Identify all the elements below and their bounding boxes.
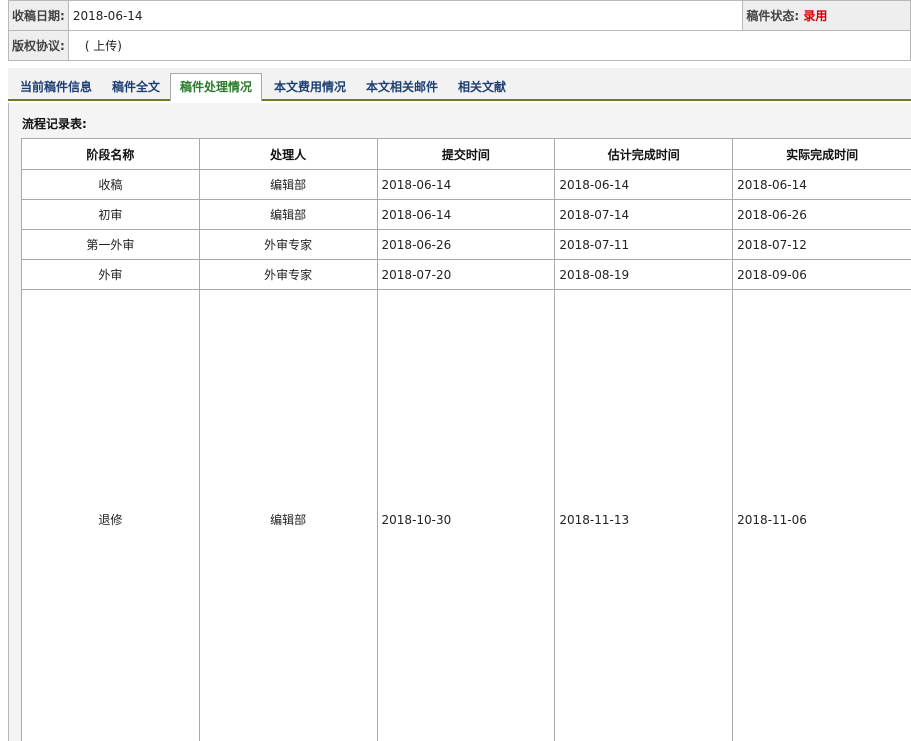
tab-processing-status[interactable]: 稿件处理情况 (170, 73, 263, 102)
tab-full-text[interactable]: 稿件全文 (112, 74, 160, 101)
handler-cell: 外审专家 (198, 229, 378, 260)
column-header-estimated: 估计完成时间 (554, 138, 734, 170)
tab-related-emails[interactable]: 本文相关邮件 (366, 74, 438, 101)
status-label: 稿件状态: (746, 9, 800, 23)
estimated-cell: 2018-08-19 (554, 259, 734, 290)
stage-cell: 外审 (21, 259, 200, 290)
table-row: 收稿 编辑部 2018-06-14 2018-06-14 2018-06-14 (21, 169, 911, 200)
submitted-cell: 2018-06-14 (376, 169, 556, 200)
actual-cell: 2018-06-26 (732, 199, 911, 230)
tab-fees[interactable]: 本文费用情况 (274, 74, 346, 101)
handler-cell: 编辑部 (198, 169, 378, 200)
table-row: 退修 编辑部 2018-10-30 2018-11-13 2018-11-06 (21, 289, 911, 741)
tab-bar: 当前稿件信息 稿件全文 稿件处理情况 本文费用情况 本文相关邮件 相关文献 (8, 68, 911, 102)
status-cell: 稿件状态: 录用 (742, 0, 911, 31)
stage-cell: 收稿 (21, 169, 200, 200)
copyright-upload-link[interactable]: ( 上传) (67, 30, 911, 61)
actual-cell: 2018-11-06 (732, 289, 911, 741)
received-date-value: 2018-06-14 (67, 0, 744, 31)
stage-cell: 退修 (21, 289, 200, 741)
column-header-actual: 实际完成时间 (732, 138, 911, 170)
table-row: 外审 外审专家 2018-07-20 2018-08-19 2018-09-06 (21, 259, 911, 290)
submitted-cell: 2018-10-30 (376, 289, 556, 741)
received-date-row: 收稿日期: 2018-06-14 稿件状态: 录用 (8, 0, 911, 31)
table-row: 第一外审 外审专家 2018-06-26 2018-07-11 2018-07-… (21, 229, 911, 260)
process-header-row: 阶段名称 处理人 提交时间 估计完成时间 实际完成时间 (21, 138, 911, 170)
actual-cell: 2018-06-14 (732, 169, 911, 200)
handler-cell: 编辑部 (198, 199, 378, 230)
process-record-table: 阶段名称 处理人 提交时间 估计完成时间 实际完成时间 收稿 编辑部 2018-… (21, 138, 911, 741)
estimated-cell: 2018-11-13 (554, 289, 734, 741)
estimated-cell: 2018-06-14 (554, 169, 734, 200)
column-header-handler: 处理人 (198, 138, 378, 170)
submitted-cell: 2018-07-20 (376, 259, 556, 290)
submitted-cell: 2018-06-14 (376, 199, 556, 230)
copyright-label: 版权协议: (8, 30, 69, 61)
actual-cell: 2018-09-06 (732, 259, 911, 290)
status-value: 录用 (803, 9, 828, 23)
submitted-cell: 2018-06-26 (376, 229, 556, 260)
tab-current-manuscript-info[interactable]: 当前稿件信息 (20, 74, 92, 101)
processing-panel: 流程记录表: 阶段名称 处理人 提交时间 估计完成时间 实际完成时间 收稿 编辑… (8, 103, 911, 741)
received-date-label: 收稿日期: (8, 0, 69, 31)
tab-related-references[interactable]: 相关文献 (458, 74, 506, 101)
manuscript-info-table: 收稿日期: 2018-06-14 稿件状态: 录用 版权协议: ( 上传) (8, 0, 911, 61)
handler-cell: 编辑部 (198, 289, 378, 741)
column-header-stage: 阶段名称 (21, 138, 200, 170)
table-row: 初审 编辑部 2018-06-14 2018-07-14 2018-06-26 (21, 199, 911, 230)
stage-cell: 初审 (21, 199, 200, 230)
stage-cell: 第一外审 (21, 229, 200, 260)
column-header-submitted: 提交时间 (376, 138, 556, 170)
actual-cell: 2018-07-12 (732, 229, 911, 260)
handler-cell: 外审专家 (198, 259, 378, 290)
estimated-cell: 2018-07-14 (554, 199, 734, 230)
estimated-cell: 2018-07-11 (554, 229, 734, 260)
copyright-row: 版权协议: ( 上传) (8, 30, 911, 61)
process-table-title: 流程记录表: (22, 117, 87, 131)
